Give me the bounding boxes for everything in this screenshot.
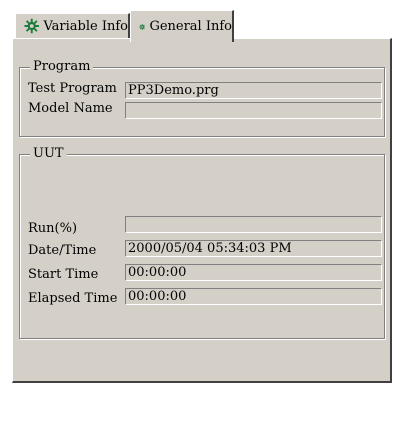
datetime-field[interactable]: 2000/05/04 05:34:03 PM xyxy=(125,240,382,257)
start-time-label: Start Time xyxy=(28,267,99,282)
uut-group-title: UUT xyxy=(30,146,67,162)
run-progress-field[interactable] xyxy=(125,216,382,233)
tab-variable-info[interactable]: Variable Info xyxy=(15,13,130,38)
tab-label: General Info xyxy=(149,19,232,34)
model-name-field[interactable] xyxy=(125,102,382,119)
gear-icon xyxy=(139,23,146,30)
tab-label: Variable Info xyxy=(43,18,128,34)
datetime-label: Date/Time xyxy=(28,243,97,258)
elapsed-time-label: Elapsed Time xyxy=(28,291,118,306)
program-group-title: Program xyxy=(30,59,94,75)
test-program-field[interactable]: PP3Demo.prg xyxy=(125,82,382,99)
start-time-field[interactable]: 00:00:00 xyxy=(125,264,382,281)
gear-icon xyxy=(24,18,39,34)
general-info-panel: Program Test Program PP3Demo.prg Model N… xyxy=(12,38,392,383)
elapsed-time-field[interactable]: 00:00:00 xyxy=(125,288,382,305)
model-name-label: Model Name xyxy=(28,101,113,116)
tab-general-info[interactable]: General Info xyxy=(130,10,234,42)
run-label: Run(%) xyxy=(28,221,78,236)
test-program-label: Test Program xyxy=(28,81,117,96)
